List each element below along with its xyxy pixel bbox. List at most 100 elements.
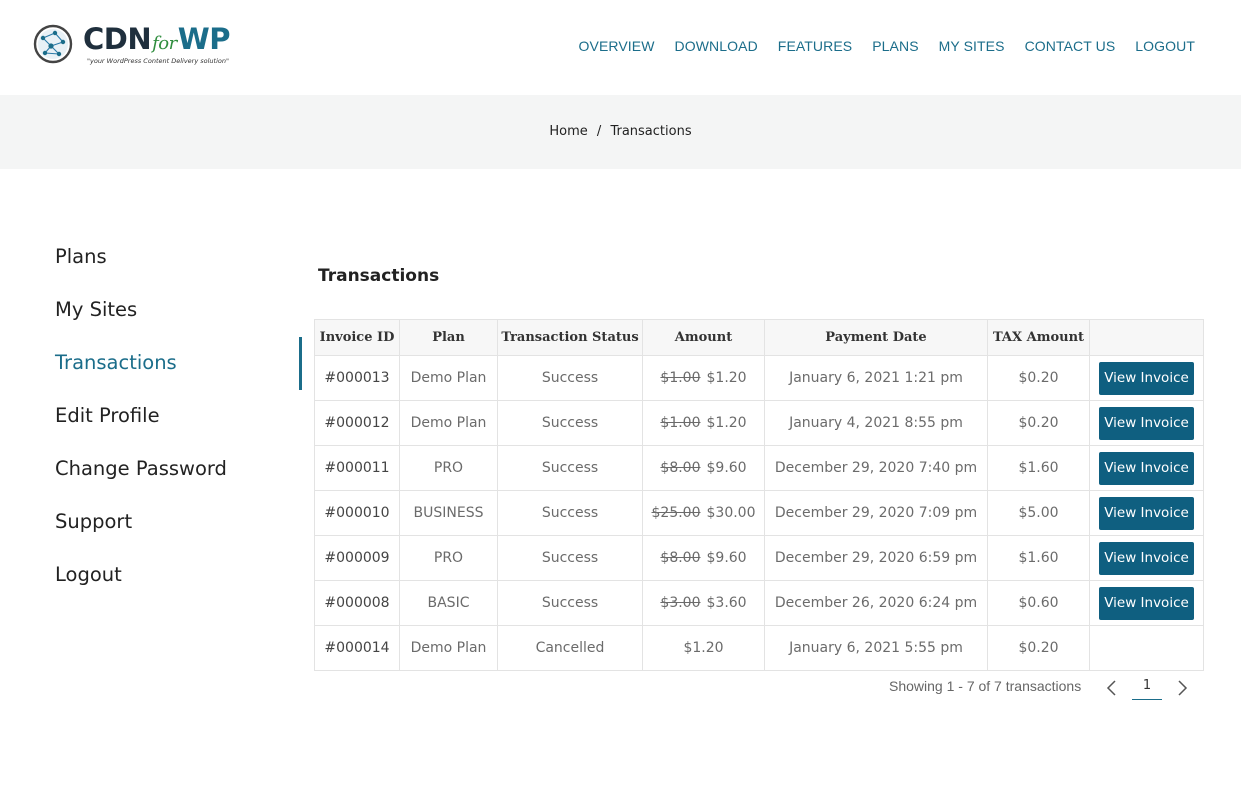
amount-charged: $9.60 bbox=[706, 460, 747, 476]
amount-original: $8.00 bbox=[660, 550, 701, 566]
cell-status: Success bbox=[497, 535, 643, 581]
table-row: #000008 BASIC Success $3.00 $3.60 December 26… bbox=[314, 580, 1204, 626]
sidebar-active-indicator bbox=[299, 337, 302, 390]
cell-amount: $1.00 $1.20 bbox=[642, 355, 765, 401]
cell-payment-date: January 6, 2021 5:55 pm bbox=[764, 625, 988, 671]
cell-tax-amount: $5.00 bbox=[987, 490, 1090, 536]
logo-wordmark: CDNforWP bbox=[83, 22, 231, 56]
amount-charged: $1.20 bbox=[683, 640, 724, 656]
col-amount: Amount bbox=[642, 319, 765, 356]
logo-tagline: "your WordPress Content Delivery solutio… bbox=[87, 57, 229, 65]
sidebar-item-plans[interactable]: Plans bbox=[55, 242, 305, 295]
col-tax-amount: TAX Amount bbox=[987, 319, 1090, 356]
cell-status: Success bbox=[497, 445, 643, 491]
table-row: #000011 PRO Success $8.00 $9.60 December 29, … bbox=[314, 445, 1204, 491]
table-row: #000012 Demo Plan Success $1.00 $1.20 January… bbox=[314, 400, 1204, 446]
cell-plan: BUSINESS bbox=[399, 490, 498, 536]
nav-plans[interactable]: PLANS bbox=[872, 38, 918, 54]
cell-amount: $1.20 bbox=[642, 625, 765, 671]
cell-plan: Demo Plan bbox=[399, 400, 498, 446]
breadcrumb-current: Transactions bbox=[610, 124, 692, 139]
cell-plan: BASIC bbox=[399, 580, 498, 626]
col-payment-date: Payment Date bbox=[764, 319, 988, 356]
cell-status: Cancelled bbox=[497, 625, 643, 671]
transactions-table: Invoice ID Plan Transaction Status Amoun… bbox=[314, 319, 1204, 671]
sidebar-item-logout[interactable]: Logout bbox=[55, 560, 305, 613]
breadcrumb-separator: / bbox=[596, 124, 602, 139]
sidebar-item-my-sites[interactable]: My Sites bbox=[55, 295, 305, 348]
chevron-right-icon[interactable] bbox=[1176, 676, 1190, 702]
cell-amount: $8.00 $9.60 bbox=[642, 445, 765, 491]
cell-actions: View Invoice bbox=[1089, 490, 1204, 536]
site-logo[interactable]: CDNforWP "your WordPress Content Deliver… bbox=[33, 22, 243, 70]
view-invoice-button[interactable]: View Invoice bbox=[1099, 541, 1194, 575]
breadcrumb: Home / Transactions bbox=[0, 124, 1241, 139]
logo-cdn: CDN bbox=[83, 22, 152, 56]
cell-payment-date: December 29, 2020 7:09 pm bbox=[764, 490, 988, 536]
view-invoice-button[interactable]: View Invoice bbox=[1099, 586, 1194, 620]
amount-charged: $1.20 bbox=[706, 415, 747, 431]
amount-original: $3.00 bbox=[660, 595, 701, 611]
table-header-row: Invoice ID Plan Transaction Status Amoun… bbox=[314, 319, 1204, 356]
cell-amount: $8.00 $9.60 bbox=[642, 535, 765, 581]
view-invoice-button[interactable]: View Invoice bbox=[1099, 406, 1194, 440]
col-invoice-id: Invoice ID bbox=[314, 319, 400, 356]
cell-actions: View Invoice bbox=[1089, 445, 1204, 491]
cell-invoice-id: #000014 bbox=[314, 625, 400, 671]
col-transaction-status: Transaction Status bbox=[497, 319, 643, 356]
cell-amount: $3.00 $3.60 bbox=[642, 580, 765, 626]
cell-payment-date: January 4, 2021 8:55 pm bbox=[764, 400, 988, 446]
nav-contact-us[interactable]: CONTACT US bbox=[1025, 38, 1116, 54]
table-row: #000013 Demo Plan Success $1.00 $1.20 January… bbox=[314, 355, 1204, 401]
amount-charged: $1.20 bbox=[706, 370, 747, 386]
cell-status: Success bbox=[497, 355, 643, 401]
cell-payment-date: December 29, 2020 6:59 pm bbox=[764, 535, 988, 581]
nav-features[interactable]: FEATURES bbox=[778, 38, 852, 54]
cell-tax-amount: $0.20 bbox=[987, 355, 1090, 401]
cell-invoice-id: #000009 bbox=[314, 535, 400, 581]
cell-payment-date: January 6, 2021 1:21 pm bbox=[764, 355, 988, 401]
account-sidebar: Plans My Sites Transactions Edit Profile… bbox=[55, 242, 305, 613]
nav-download[interactable]: DOWNLOAD bbox=[675, 38, 758, 54]
table-row: #000014 Demo Plan Cancelled $1.20 January 6,… bbox=[314, 625, 1204, 671]
pagination-page-current[interactable]: 1 bbox=[1132, 678, 1162, 700]
logo-wp: WP bbox=[177, 22, 231, 56]
pagination-summary: Showing 1 - 7 of 7 transactions bbox=[889, 678, 1082, 694]
col-plan: Plan bbox=[399, 319, 498, 356]
sidebar-item-change-password[interactable]: Change Password bbox=[55, 454, 305, 507]
chevron-left-icon[interactable] bbox=[1104, 676, 1118, 702]
amount-original: $1.00 bbox=[660, 415, 701, 431]
amount-original: $1.00 bbox=[660, 370, 701, 386]
cell-tax-amount: $0.20 bbox=[987, 400, 1090, 446]
amount-charged: $9.60 bbox=[706, 550, 747, 566]
cell-tax-amount: $0.20 bbox=[987, 625, 1090, 671]
amount-original: $8.00 bbox=[660, 460, 701, 476]
cell-actions: View Invoice bbox=[1089, 535, 1204, 581]
pagination: Showing 1 - 7 of 7 transactions 1 bbox=[889, 676, 1199, 706]
nav-overview[interactable]: OVERVIEW bbox=[579, 38, 655, 54]
sidebar-item-edit-profile[interactable]: Edit Profile bbox=[55, 401, 305, 454]
sidebar-item-support[interactable]: Support bbox=[55, 507, 305, 560]
cell-invoice-id: #000012 bbox=[314, 400, 400, 446]
nav-my-sites[interactable]: MY SITES bbox=[939, 38, 1005, 54]
view-invoice-button[interactable]: View Invoice bbox=[1099, 496, 1194, 530]
logo-for: for bbox=[152, 33, 177, 54]
view-invoice-button[interactable]: View Invoice bbox=[1099, 451, 1194, 485]
breadcrumb-home[interactable]: Home bbox=[549, 124, 587, 139]
cell-status: Success bbox=[497, 580, 643, 626]
cell-invoice-id: #000010 bbox=[314, 490, 400, 536]
cell-amount: $25.00 $30.00 bbox=[642, 490, 765, 536]
cell-invoice-id: #000008 bbox=[314, 580, 400, 626]
cell-plan: Demo Plan bbox=[399, 625, 498, 671]
cell-actions: View Invoice bbox=[1089, 580, 1204, 626]
cell-status: Success bbox=[497, 400, 643, 446]
nav-logout[interactable]: LOGOUT bbox=[1135, 38, 1195, 54]
cell-actions bbox=[1089, 625, 1204, 671]
sidebar-item-transactions[interactable]: Transactions bbox=[55, 348, 305, 401]
table-row: #000009 PRO Success $8.00 $9.60 December 29, … bbox=[314, 535, 1204, 581]
amount-original: $25.00 bbox=[651, 505, 701, 521]
globe-network-icon bbox=[33, 24, 73, 64]
cell-actions: View Invoice bbox=[1089, 400, 1204, 446]
cell-invoice-id: #000013 bbox=[314, 355, 400, 401]
view-invoice-button[interactable]: View Invoice bbox=[1099, 361, 1194, 395]
